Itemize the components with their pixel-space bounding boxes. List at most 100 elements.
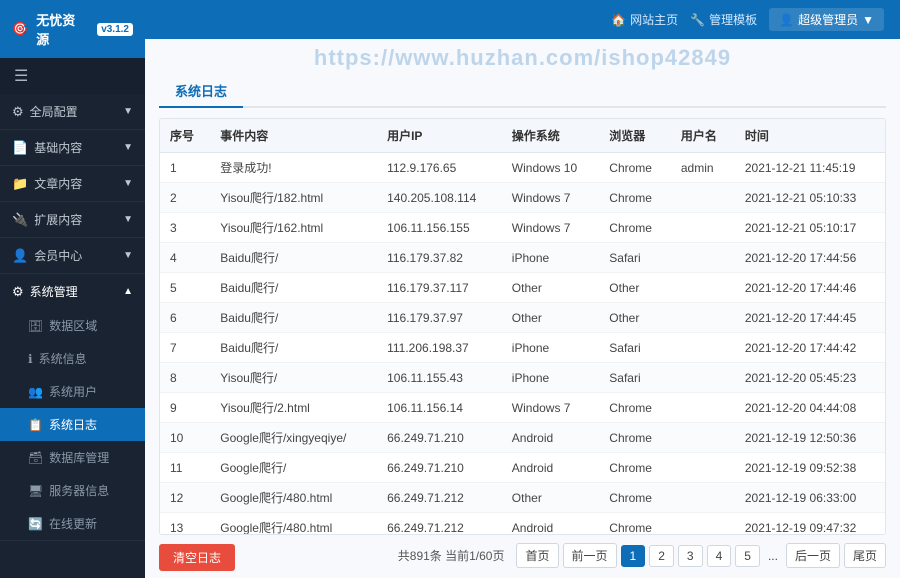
pagination-page-1[interactable]: 1 [621, 545, 646, 567]
pagination-dots: ... [764, 546, 782, 566]
kuozhan-label: 扩展内容 [34, 213, 82, 227]
table-cell: 10 [160, 423, 210, 453]
table-row: 2Yisou爬行/182.html140.205.108.114Windows … [160, 183, 885, 213]
pagination-next[interactable]: 后一页 [786, 543, 840, 568]
content-area: 系统日志 序号 事件内容 用户IP 操作系统 浏览器 用户名 时间 [145, 75, 900, 578]
table-cell: Safari [599, 363, 671, 393]
clear-log-button[interactable]: 清空日志 [159, 544, 235, 571]
shujuqyu-icon: 🗄 [28, 319, 43, 333]
sidebar-item-xitongrizhi[interactable]: 📋 系统日志 [0, 408, 145, 441]
sidebar-section-wennei: 📁文章内容 ▼ [0, 166, 145, 202]
quanju-icon: ⚙ [12, 104, 24, 119]
sidebar-section-header-wennei[interactable]: 📁文章内容 ▼ [0, 166, 145, 201]
table-cell: 2021-12-19 09:47:32 [735, 513, 885, 536]
table-cell: Windows 10 [502, 153, 600, 183]
pagination-first[interactable]: 首页 [516, 543, 558, 568]
table-cell: Windows 7 [502, 393, 600, 423]
table-cell: Google爬行/xingyeqiye/ [210, 423, 377, 453]
sidebar-item-shujuguanli[interactable]: 🗃 数据库管理 [0, 441, 145, 474]
table-cell: iPhone [502, 333, 600, 363]
table-cell: 登录成功! [210, 153, 377, 183]
wennei-icon: 📁 [12, 176, 28, 191]
website-link[interactable]: 🏠 网站主页 [611, 11, 678, 28]
xitongxinxi-icon: ℹ [28, 352, 33, 366]
table-cell: 7 [160, 333, 210, 363]
sidebar-section-kuozhan: 🔌扩展内容 ▼ [0, 202, 145, 238]
user-menu[interactable]: 👤 超级管理员 ▼ [769, 8, 884, 31]
pagination-page-5[interactable]: 5 [735, 545, 760, 567]
table-cell: 2021-12-21 05:10:17 [735, 213, 885, 243]
table-row: 6Baidu爬行/116.179.37.97OtherOther2021-12-… [160, 303, 885, 333]
table-cell: 3 [160, 213, 210, 243]
table-cell [671, 513, 735, 536]
shujuguanli-label: 数据库管理 [49, 449, 109, 466]
sidebar-item-zaixian[interactable]: 🔄 在线更新 [0, 507, 145, 540]
user-icon: 👤 [779, 13, 794, 27]
table-cell: Yisou爬行/182.html [210, 183, 377, 213]
table-cell: 66.249.71.210 [377, 453, 502, 483]
sidebar-section-header-xitong[interactable]: ⚙系统管理 ▲ [0, 274, 145, 309]
sidebar-item-xitongxinxi[interactable]: ℹ 系统信息 [0, 342, 145, 375]
table-cell: Baidu爬行/ [210, 243, 377, 273]
table-cell: Other [599, 303, 671, 333]
website-link-label: 网站主页 [630, 11, 678, 28]
sidebar-item-shujuqyu[interactable]: 🗄 数据区域 [0, 309, 145, 342]
table-cell: Windows 7 [502, 213, 600, 243]
watermark-area: https://www.huzhan.com/ishop42849 [145, 39, 900, 75]
table-cell: Baidu爬行/ [210, 273, 377, 303]
col-id: 序号 [160, 119, 210, 153]
col-time: 时间 [735, 119, 885, 153]
main-area: 🏠 网站主页 🔧 管理模板 👤 超级管理员 ▼ https://www.huzh… [145, 0, 900, 578]
topbar-right: 🏠 网站主页 🔧 管理模板 👤 超级管理员 ▼ [611, 8, 884, 31]
sidebar-item-fuwuqixx[interactable]: 🖥 服务器信息 [0, 474, 145, 507]
pagination-page-4[interactable]: 4 [707, 545, 732, 567]
menu-toggle[interactable]: ☰ [0, 58, 145, 94]
table-cell [671, 183, 735, 213]
table-cell: Windows 7 [502, 183, 600, 213]
table-cell: 2021-12-20 17:44:42 [735, 333, 885, 363]
shujuqyu-label: 数据区域 [49, 317, 97, 334]
xitong-label: 系统管理 [30, 285, 78, 299]
table-cell: 116.179.37.117 [377, 273, 502, 303]
sidebar-section-header-jichu[interactable]: 📄基础内容 ▼ [0, 130, 145, 165]
sidebar-section-xitong: ⚙系统管理 ▲ 🗄 数据区域 ℹ 系统信息 👥 系统用户 📋 系统日志 🗃 数据… [0, 274, 145, 541]
table-cell: Safari [599, 333, 671, 363]
sidebar-section-header-huiyuan[interactable]: 👤会员中心 ▼ [0, 238, 145, 273]
manager-link[interactable]: 🔧 管理模板 [690, 11, 757, 28]
table-cell: Chrome [599, 393, 671, 423]
table-cell: Google爬行/480.html [210, 483, 377, 513]
table-cell [671, 243, 735, 273]
sidebar-section-header-quanju[interactable]: ⚙全局配置 ▼ [0, 94, 145, 129]
table-row: 13Google爬行/480.html66.249.71.212AndroidC… [160, 513, 885, 536]
sidebar-section-header-kuozhan[interactable]: 🔌扩展内容 ▼ [0, 202, 145, 237]
quanju-arrow: ▼ [123, 106, 133, 117]
xitongrizhi-icon: 📋 [28, 418, 43, 432]
xitong-icon: ⚙ [12, 284, 24, 299]
table-cell: iPhone [502, 363, 600, 393]
table-cell: Chrome [599, 153, 671, 183]
col-user: 用户名 [671, 119, 735, 153]
sidebar-item-xitongyh[interactable]: 👥 系统用户 [0, 375, 145, 408]
table-cell: 2 [160, 183, 210, 213]
table-cell [671, 303, 735, 333]
log-table: 序号 事件内容 用户IP 操作系统 浏览器 用户名 时间 1登录成功!112.9… [160, 119, 885, 535]
table-cell: Chrome [599, 213, 671, 243]
huiyuan-icon: 👤 [12, 248, 28, 263]
fuwuqixx-icon: 🖥 [28, 484, 43, 498]
user-label: 超级管理员 [798, 11, 858, 28]
table-cell: 2021-12-19 09:52:38 [735, 453, 885, 483]
pagination-page-3[interactable]: 3 [678, 545, 703, 567]
topbar: 🏠 网站主页 🔧 管理模板 👤 超级管理员 ▼ [145, 0, 900, 39]
manager-link-label: 管理模板 [709, 11, 757, 28]
wennei-label: 文章内容 [34, 177, 82, 191]
shujuguanli-icon: 🗃 [28, 451, 43, 465]
pagination-last[interactable]: 尾页 [844, 543, 886, 568]
table-cell: 116.179.37.97 [377, 303, 502, 333]
table-cell: 66.249.71.212 [377, 513, 502, 536]
jichu-icon: 📄 [12, 140, 28, 155]
pagination-prev[interactable]: 前一页 [563, 543, 617, 568]
tab-xitongrizhi[interactable]: 系统日志 [159, 75, 243, 108]
table-cell: 112.9.176.65 [377, 153, 502, 183]
pagination-page-2[interactable]: 2 [649, 545, 674, 567]
table-cell: 116.179.37.82 [377, 243, 502, 273]
